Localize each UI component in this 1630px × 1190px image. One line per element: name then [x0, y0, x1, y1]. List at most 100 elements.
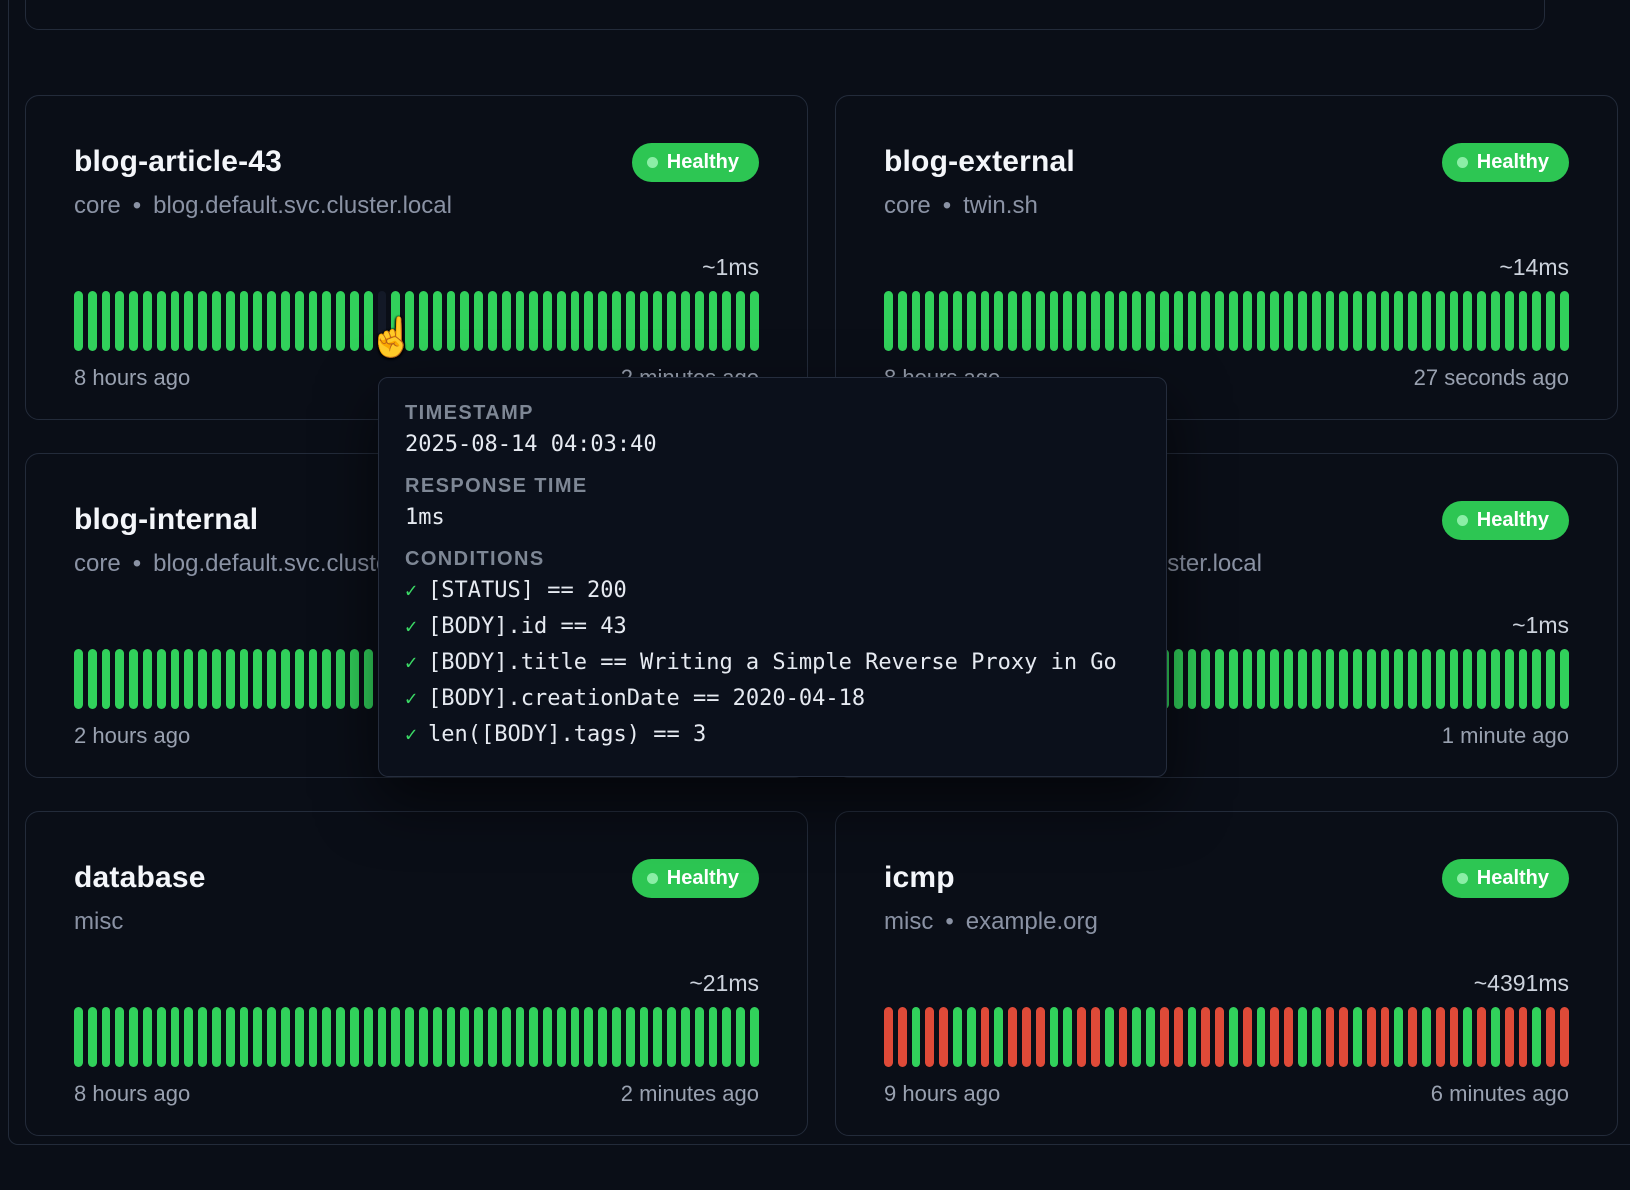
health-bar[interactable]: [309, 1007, 318, 1067]
health-bar[interactable]: [240, 1007, 249, 1067]
health-bar[interactable]: [667, 1007, 676, 1067]
health-bar[interactable]: [1339, 291, 1348, 351]
health-bar[interactable]: [184, 291, 193, 351]
health-bar[interactable]: [1257, 1007, 1266, 1067]
health-bar[interactable]: [1505, 1007, 1514, 1067]
health-bar[interactable]: [74, 291, 83, 351]
health-bar[interactable]: [1367, 1007, 1376, 1067]
health-bar[interactable]: [1174, 291, 1183, 351]
health-bar[interactable]: [516, 1007, 525, 1067]
health-bar[interactable]: [1367, 291, 1376, 351]
health-bar[interactable]: [1422, 649, 1431, 709]
health-bar[interactable]: [157, 291, 166, 351]
health-bar[interactable]: [143, 649, 152, 709]
health-bar[interactable]: [350, 1007, 359, 1067]
health-bar[interactable]: [626, 1007, 635, 1067]
health-bar[interactable]: [722, 1007, 731, 1067]
health-bar[interactable]: [571, 291, 580, 351]
health-bar[interactable]: [447, 291, 456, 351]
health-bar[interactable]: [681, 291, 690, 351]
health-bar[interactable]: [695, 291, 704, 351]
health-bar[interactable]: [1036, 291, 1045, 351]
health-bar[interactable]: [1063, 291, 1072, 351]
health-bar[interactable]: [1284, 291, 1293, 351]
health-bar[interactable]: [502, 1007, 511, 1067]
health-bar[interactable]: [309, 649, 318, 709]
health-bar[interactable]: [1477, 291, 1486, 351]
health-bar[interactable]: [736, 1007, 745, 1067]
health-bar[interactable]: [198, 649, 207, 709]
health-bar[interactable]: [1353, 649, 1362, 709]
health-bar[interactable]: [226, 649, 235, 709]
health-bar[interactable]: [129, 649, 138, 709]
health-bar[interactable]: [405, 1007, 414, 1067]
health-bar[interactable]: [405, 291, 414, 351]
health-bar[interactable]: [488, 1007, 497, 1067]
health-bar[interactable]: [1532, 1007, 1541, 1067]
health-bar[interactable]: [1381, 1007, 1390, 1067]
health-bar[interactable]: [226, 291, 235, 351]
health-bar[interactable]: [1546, 291, 1555, 351]
health-bar[interactable]: [1050, 291, 1059, 351]
health-bar[interactable]: [102, 291, 111, 351]
health-bar[interactable]: [612, 1007, 621, 1067]
health-bar[interactable]: [102, 649, 111, 709]
health-bar[interactable]: [1312, 649, 1321, 709]
health-bar[interactable]: [1394, 1007, 1403, 1067]
health-bar[interactable]: [1312, 291, 1321, 351]
health-bar[interactable]: [1505, 649, 1514, 709]
health-bar[interactable]: [157, 1007, 166, 1067]
health-bar[interactable]: [433, 291, 442, 351]
health-bar[interactable]: [474, 291, 483, 351]
health-bar[interactable]: [74, 1007, 83, 1067]
health-bar[interactable]: [994, 291, 1003, 351]
health-bar[interactable]: [1326, 649, 1335, 709]
health-bar[interactable]: [240, 291, 249, 351]
health-bar[interactable]: [1284, 649, 1293, 709]
health-bar[interactable]: [626, 291, 635, 351]
health-bar[interactable]: [281, 1007, 290, 1067]
health-bar[interactable]: [460, 1007, 469, 1067]
health-bar[interactable]: [925, 1007, 934, 1067]
health-bar[interactable]: [1201, 291, 1210, 351]
health-bar[interactable]: [1436, 291, 1445, 351]
health-bar[interactable]: [1408, 1007, 1417, 1067]
health-bar[interactable]: [598, 291, 607, 351]
health-bar[interactable]: [1408, 649, 1417, 709]
health-bar[interactable]: [1546, 1007, 1555, 1067]
health-bar[interactable]: [281, 649, 290, 709]
health-bar[interactable]: [502, 291, 511, 351]
health-bar[interactable]: [667, 291, 676, 351]
health-bar[interactable]: [994, 1007, 1003, 1067]
health-bar[interactable]: [171, 291, 180, 351]
health-bar[interactable]: [1450, 1007, 1459, 1067]
health-bar[interactable]: [584, 1007, 593, 1067]
health-bar[interactable]: [981, 291, 990, 351]
health-bar[interactable]: [1298, 291, 1307, 351]
health-bar[interactable]: [898, 291, 907, 351]
health-bar[interactable]: [474, 1007, 483, 1067]
health-bar[interactable]: [115, 291, 124, 351]
health-bar[interactable]: [350, 291, 359, 351]
health-bar[interactable]: [529, 1007, 538, 1067]
health-bar[interactable]: [419, 1007, 428, 1067]
health-bar[interactable]: [1091, 1007, 1100, 1067]
health-bar[interactable]: [1201, 649, 1210, 709]
health-bar[interactable]: [1491, 291, 1500, 351]
health-bar[interactable]: [1257, 649, 1266, 709]
health-bar[interactable]: [447, 1007, 456, 1067]
health-bar[interactable]: [1243, 291, 1252, 351]
health-bar[interactable]: [1270, 1007, 1279, 1067]
health-bar[interactable]: [1188, 1007, 1197, 1067]
health-bar[interactable]: [115, 1007, 124, 1067]
health-bar[interactable]: [884, 291, 893, 351]
health-bar[interactable]: [267, 1007, 276, 1067]
health-bar[interactable]: [143, 291, 152, 351]
health-bar[interactable]: [1036, 1007, 1045, 1067]
health-bar[interactable]: [695, 1007, 704, 1067]
health-bar[interactable]: [967, 291, 976, 351]
health-bar[interactable]: [750, 291, 759, 351]
health-bar[interactable]: [557, 291, 566, 351]
health-bar[interactable]: [1105, 1007, 1114, 1067]
health-bar[interactable]: [967, 1007, 976, 1067]
